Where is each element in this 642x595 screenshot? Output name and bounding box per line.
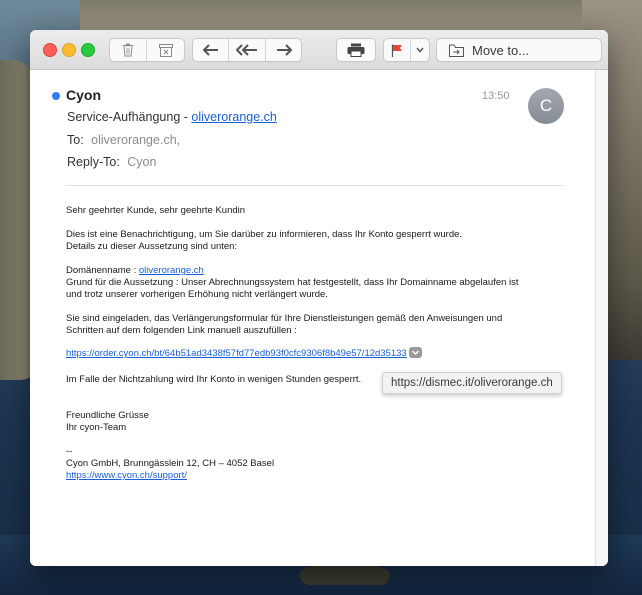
to-label: To:	[67, 133, 84, 147]
body-line: Sie sind eingeladen, das Verlängerungsfo…	[66, 313, 503, 324]
domain-link[interactable]: oliverorange.ch	[139, 265, 204, 276]
chevron-down-icon	[416, 47, 424, 53]
flag-button[interactable]	[384, 39, 410, 61]
toolbar: Move to...	[30, 30, 608, 70]
message-time: 13:50	[482, 90, 510, 102]
trash-icon	[123, 43, 133, 57]
closing: Freundliche Grüsse Ihr cyon-Team	[66, 410, 149, 434]
signature-company: Cyon GmbH, Brunngässlein 12, CH – 4052 B…	[66, 458, 275, 469]
body-line: Schritten auf dem folgenden Link manuell…	[66, 325, 297, 336]
signature-dash: --	[66, 446, 73, 457]
move-to-group: Move to...	[436, 38, 602, 62]
reply-icon	[202, 44, 218, 56]
delete-archive-group	[109, 38, 185, 62]
print-group	[336, 38, 376, 62]
link-expand-button[interactable]	[408, 347, 422, 358]
form-link[interactable]: https://order.cyon.ch/bt/64b51ad3438f57f…	[66, 348, 407, 359]
header-divider	[66, 185, 564, 186]
subject-line: Service-Aufhängung - oliverorange.ch	[67, 110, 277, 124]
mail-window: Move to... Cyon 13:50 C Service-Aufhängu…	[30, 30, 608, 566]
avatar-letter: C	[539, 96, 553, 115]
warning-text: Im Falle der Nichtzahlung wird Ihr Konto…	[66, 374, 362, 385]
move-to-button[interactable]: Move to...	[437, 39, 601, 61]
closing-line: Freundliche Grüsse	[66, 410, 149, 421]
flag-icon	[391, 44, 402, 57]
unread-indicator	[52, 92, 60, 100]
flag-group	[383, 38, 430, 62]
sender-avatar[interactable]: C	[528, 88, 564, 124]
link-tooltip: https://dismec.it/oliverorange.ch	[382, 372, 562, 394]
subject-text: Service-Aufhängung -	[67, 110, 192, 124]
flag-menu-button[interactable]	[411, 39, 429, 61]
move-folder-icon	[449, 44, 464, 57]
print-icon	[347, 43, 365, 57]
zoom-window-button[interactable]	[81, 43, 95, 57]
to-line: To: oliverorange.ch,	[67, 133, 180, 147]
close-window-button[interactable]	[43, 43, 57, 57]
reply-to-address[interactable]: Cyon	[127, 155, 156, 169]
archive-button[interactable]	[147, 39, 184, 61]
delete-button[interactable]	[110, 39, 146, 61]
reply-all-button[interactable]	[229, 39, 265, 61]
forward-button[interactable]	[266, 39, 301, 61]
signature-link[interactable]: https://www.cyon.ch/support/	[66, 470, 187, 481]
chevron-down-icon	[411, 350, 419, 355]
reply-to-line: Reply-To: Cyon	[67, 155, 156, 169]
signature: -- Cyon GmbH, Brunngässlein 12, CH – 405…	[66, 446, 274, 482]
form-link-line: https://order.cyon.ch/bt/64b51ad3438f57f…	[66, 347, 422, 360]
body-paragraph-2: Domänenname : oliverorange.ch Grund für …	[66, 265, 519, 301]
sender-name[interactable]: Cyon	[66, 87, 101, 103]
reply-to-label: Reply-To:	[67, 155, 120, 169]
closing-line: Ihr cyon-Team	[66, 422, 127, 433]
minimize-window-button[interactable]	[62, 43, 76, 57]
reply-group	[192, 38, 302, 62]
print-button[interactable]	[337, 39, 375, 61]
subject-link[interactable]: oliverorange.ch	[191, 110, 276, 124]
forward-icon	[276, 44, 292, 56]
reply-button[interactable]	[193, 39, 228, 61]
body-paragraph-1: Dies ist eine Benachrichtigung, um Sie d…	[66, 229, 462, 253]
wallpaper-island	[300, 563, 390, 585]
archive-icon	[158, 43, 173, 57]
reply-all-icon	[236, 44, 257, 56]
domain-line: Domänenname : oliverorange.ch	[66, 265, 519, 277]
move-to-label: Move to...	[472, 42, 530, 58]
body-line: und trotz unserer vorherigen Erhöhung ni…	[66, 289, 328, 300]
to-recipient[interactable]: oliverorange.ch,	[91, 133, 180, 147]
greeting-text: Sehr geehrter Kunde, sehr geehrte Kundin	[66, 205, 246, 216]
body-line: Grund für die Aussetzung : Unser Abrechn…	[66, 277, 519, 288]
body-paragraph-3: Sie sind eingeladen, das Verlängerungsfo…	[66, 313, 502, 337]
scrollbar[interactable]	[595, 70, 608, 566]
body-line: Details zu dieser Aussetzung sind unten:	[66, 241, 238, 252]
body-line: Dies ist eine Benachrichtigung, um Sie d…	[66, 229, 463, 240]
domain-label: Domänenname :	[66, 265, 139, 276]
